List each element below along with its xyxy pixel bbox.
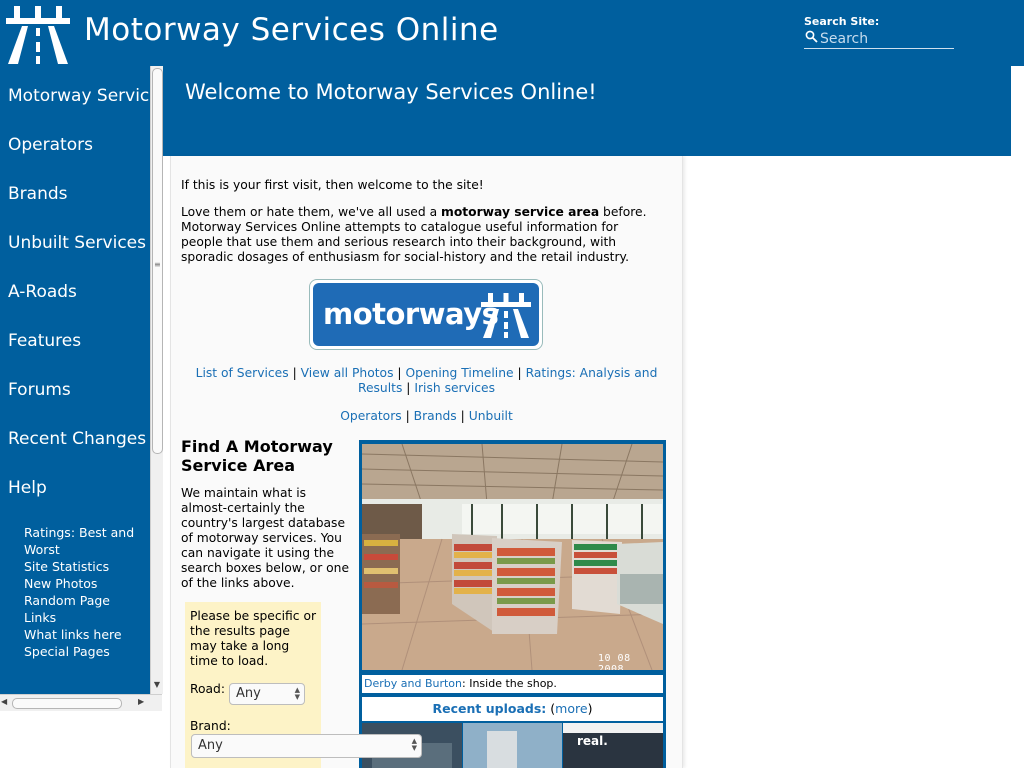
link-unbuilt[interactable]: Unbuilt xyxy=(469,409,513,423)
scroll-grip-icon: ≡ xyxy=(154,260,161,269)
shop-interior-photo xyxy=(362,444,663,670)
link-separator: | xyxy=(397,366,402,380)
sidebar-subitem-random-page[interactable]: Random Page xyxy=(24,592,148,609)
recent-more-link[interactable]: more xyxy=(555,701,587,716)
recent-uploads-label: Recent uploads: xyxy=(432,701,547,716)
select-arrows-icon: ▲ ▼ xyxy=(294,686,300,701)
search-icon xyxy=(805,30,818,43)
quick-links-row-2: Operators | Brands | Unbuilt xyxy=(181,409,672,424)
road-select[interactable]: Any ▲ ▼ xyxy=(229,683,305,705)
link-separator: | xyxy=(405,409,410,423)
link-brands[interactable]: Brands xyxy=(414,409,457,423)
motorways-sign-image: motorways xyxy=(309,279,543,350)
motorway-symbol-icon xyxy=(481,293,531,338)
sidebar-subitem-new-photos[interactable]: New Photos xyxy=(24,575,148,592)
motorways-sign-text: motorways xyxy=(323,297,499,331)
sidebar-subitem-ratings[interactable]: Ratings: Best and Worst xyxy=(24,524,148,558)
sidebar-item-operators[interactable]: Operators xyxy=(8,135,93,155)
sidebar-item-a-roads[interactable]: A-Roads xyxy=(8,282,77,302)
recent-more-close: ) xyxy=(587,701,593,716)
quick-links-row-1: List of Services | View all Photos | Ope… xyxy=(181,366,672,396)
sidebar-item-recent-changes[interactable]: Recent Changes xyxy=(8,429,146,449)
sidebar-item-brands[interactable]: Brands xyxy=(8,184,68,204)
link-view-all-photos[interactable]: View all Photos xyxy=(301,366,394,380)
sidebar-subitem-links[interactable]: Links xyxy=(24,609,148,626)
photo-date-stamp: 10 08 2008 xyxy=(598,653,631,670)
site-title[interactable]: Motorway Services Online xyxy=(84,12,499,48)
link-separator: | xyxy=(406,381,411,395)
sidebar-subitem-what-links-here[interactable]: What links here xyxy=(24,626,148,643)
photo-caption: Derby and Burton: Inside the shop. xyxy=(362,675,663,693)
brand-label: Brand: xyxy=(190,719,231,733)
select-arrows-icon: ▲ ▼ xyxy=(411,737,417,752)
brand-select[interactable]: Any ▲ ▼ xyxy=(191,734,422,758)
sidebar-vertical-scrollbar[interactable]: ≡ ▼ xyxy=(150,66,163,694)
link-separator: | xyxy=(292,366,297,380)
site-header: Motorway Services Online Search Site: xyxy=(0,0,1024,66)
sidebar-horizontal-scrollbar[interactable]: ◀ ▶ xyxy=(0,694,162,711)
search-label: Search Site: xyxy=(804,15,880,28)
scroll-right-arrow-icon[interactable]: ▶ xyxy=(138,697,144,706)
intro-text-start: Love them or hate them, we've all used a xyxy=(181,205,442,219)
horizontal-scroll-thumb[interactable] xyxy=(12,698,122,709)
road-label: Road: xyxy=(190,682,225,696)
sidebar: Motorway Services Operators Brands Unbui… xyxy=(0,66,150,694)
sidebar-item-unbuilt-services[interactable]: Unbuilt Services xyxy=(8,233,146,253)
scroll-left-arrow-icon[interactable]: ◀ xyxy=(1,697,7,706)
featured-photo[interactable]: 10 08 2008 xyxy=(362,444,663,670)
sidebar-item-forums[interactable]: Forums xyxy=(8,380,71,400)
intro-bold-text: motorway service area xyxy=(441,205,600,219)
search-note: Please be specific or the results page m… xyxy=(190,609,317,668)
featured-photo-box: 10 08 2008 Derby and Burton: Inside the … xyxy=(359,440,666,768)
road-select-value: Any xyxy=(236,686,261,701)
recent-more-open: ( xyxy=(546,701,556,716)
link-separator: | xyxy=(460,409,465,423)
page-title: Welcome to Motorway Services Online! xyxy=(185,80,597,104)
scroll-down-arrow-icon[interactable]: ▼ xyxy=(152,680,162,690)
find-service-heading: Find A Motorway Service Area xyxy=(181,437,333,475)
intro-paragraph-1: If this is your first visit, then welcom… xyxy=(181,178,484,192)
motorway-logo-icon[interactable] xyxy=(4,4,72,64)
search-box[interactable] xyxy=(804,30,954,49)
link-operators[interactable]: Operators xyxy=(340,409,401,423)
motorways-sign-panel: motorways xyxy=(313,283,539,346)
page-banner: Welcome to Motorway Services Online! xyxy=(163,66,1011,156)
recent-uploads-box: Recent uploads: (more) xyxy=(362,697,663,721)
sidebar-item-motorway-services[interactable]: Motorway Services xyxy=(8,86,150,106)
sidebar-subnav: Ratings: Best and Worst Site Statistics … xyxy=(24,524,148,660)
intro-paragraph-2: Love them or hate them, we've all used a… xyxy=(181,205,657,265)
search-input[interactable] xyxy=(820,30,952,48)
brand-select-value: Any xyxy=(198,738,223,753)
sidebar-item-features[interactable]: Features xyxy=(8,331,81,351)
sidebar-subitem-site-statistics[interactable]: Site Statistics xyxy=(24,558,148,575)
link-irish-services[interactable]: Irish services xyxy=(414,381,495,395)
find-service-description: We maintain what is almost-certainly the… xyxy=(181,486,350,590)
link-opening-timeline[interactable]: Opening Timeline xyxy=(406,366,514,380)
main-content: If this is your first visit, then welcom… xyxy=(170,156,683,768)
link-list-of-services[interactable]: List of Services xyxy=(196,366,289,380)
photo-caption-link[interactable]: Derby and Burton xyxy=(362,677,462,690)
link-separator: | xyxy=(517,366,522,380)
thumbnail-sign-text: real. xyxy=(577,734,608,748)
sidebar-subitem-special-pages[interactable]: Special Pages xyxy=(24,643,148,660)
photo-caption-text: : Inside the shop. xyxy=(462,677,557,690)
sidebar-item-help[interactable]: Help xyxy=(8,478,47,498)
